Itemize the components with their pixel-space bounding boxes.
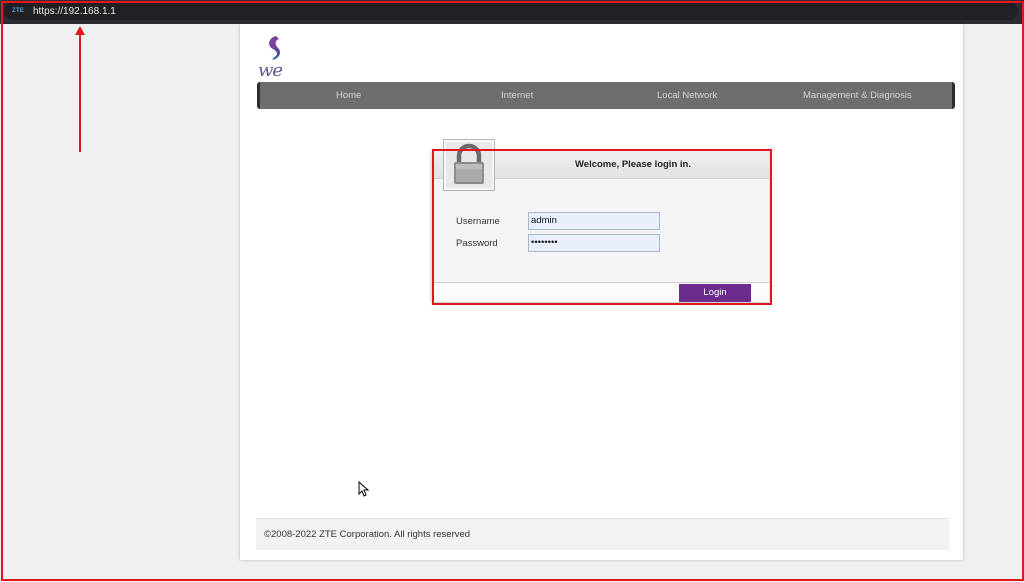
login-panel: Welcome, Please login in. Username admin… [432, 139, 769, 302]
page-footer: ©2008-2022 ZTE Corporation. All rights r… [256, 518, 949, 550]
username-label: Username [456, 216, 500, 227]
site-favicon-icon: ZTE [12, 8, 25, 14]
main-nav: Home Internet Local Network Management &… [257, 82, 955, 109]
url-field[interactable]: ZTE https://192.168.1.1 [4, 2, 1018, 20]
mouse-cursor-icon [358, 481, 370, 497]
browser-window: ZTE https://192.168.1.1 we Home Internet… [0, 0, 1024, 582]
url-text[interactable]: https://192.168.1.1 [33, 6, 116, 17]
password-label: Password [456, 238, 498, 249]
we-logo-text: we [258, 60, 283, 81]
copyright-text: ©2008-2022 ZTE Corporation. All rights r… [264, 529, 471, 540]
nav-internet[interactable]: Internet [501, 90, 533, 101]
address-bar: ZTE https://192.168.1.1 [0, 0, 1024, 24]
lock-icon [443, 139, 495, 191]
login-button[interactable]: Login [679, 284, 751, 302]
nav-management-diagnosis[interactable]: Management & Diagnosis [803, 90, 912, 101]
nav-home[interactable]: Home [336, 90, 361, 101]
username-input[interactable]: admin [528, 212, 660, 230]
password-input[interactable]: •••••••• [528, 234, 660, 252]
nav-local-network[interactable]: Local Network [657, 90, 717, 101]
router-page: we Home Internet Local Network Managemen… [240, 24, 963, 560]
login-title: Welcome, Please login in. [575, 159, 691, 170]
red-arrow-shaft [79, 34, 81, 152]
